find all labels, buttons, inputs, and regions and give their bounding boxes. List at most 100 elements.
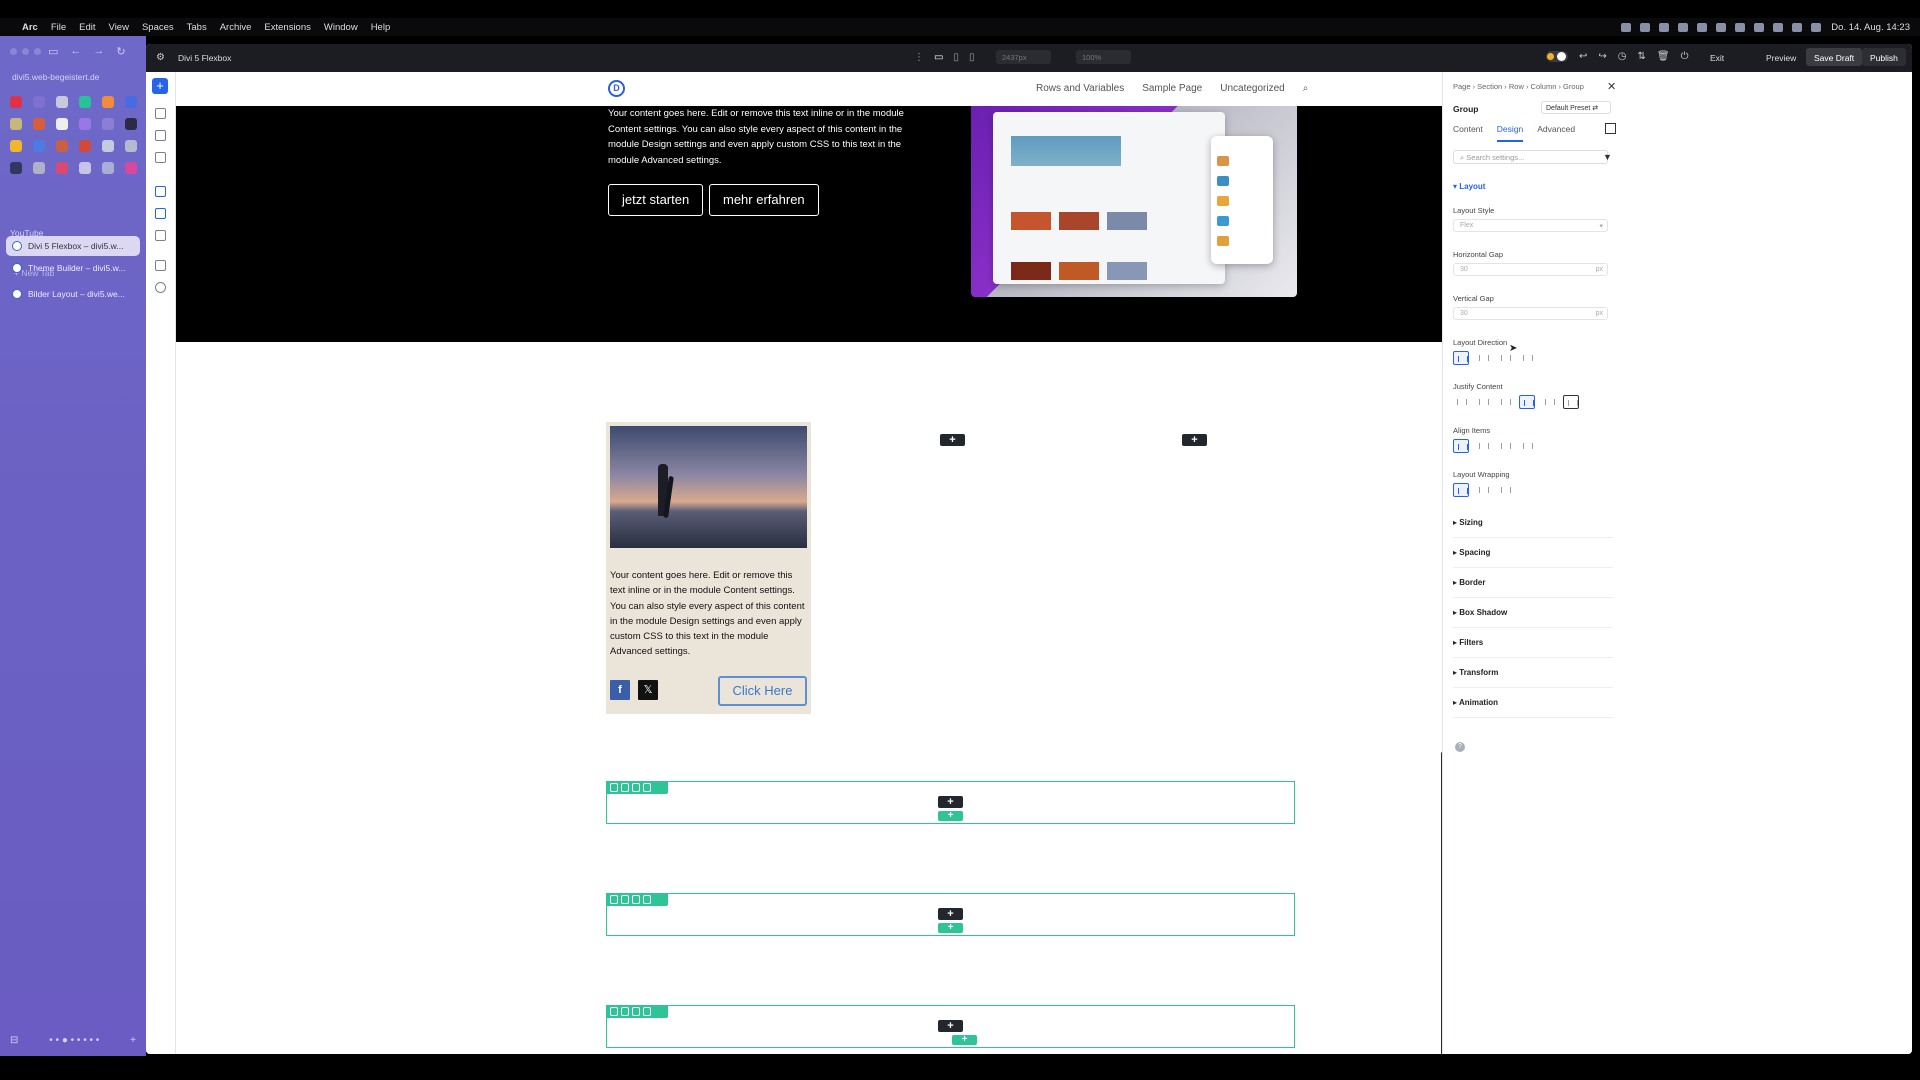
row-settings-icon[interactable]	[610, 895, 618, 904]
add-module-button[interactable]: +	[152, 78, 168, 94]
add-row-plus[interactable]: +	[938, 811, 963, 821]
section-sizing[interactable]: ▸ Sizing	[1453, 518, 1613, 538]
theme-toggle[interactable]	[1546, 51, 1568, 62]
start-button[interactable]: jetzt starten	[608, 184, 704, 216]
favorite-opera-icon[interactable]	[10, 96, 22, 108]
favorite-circle-icon[interactable]	[33, 162, 45, 174]
menu-window[interactable]: Window	[324, 22, 358, 33]
card-text[interactable]: Your content goes here. Edit or remove t…	[610, 568, 809, 660]
tab-theme-builder[interactable]: Theme Builder – divi5.w...	[6, 258, 140, 278]
justify-space-around-icon[interactable]	[1541, 395, 1557, 409]
minimize-window-button[interactable]	[22, 48, 29, 55]
tab-divi5-flexbox[interactable]: Divi 5 Flexbox – divi5.w...	[6, 236, 140, 256]
click-here-button[interactable]: Click Here	[718, 676, 807, 706]
search-icon[interactable]: ⌕	[1303, 83, 1309, 94]
favorite-bar-icon[interactable]	[102, 162, 114, 174]
justify-space-between-icon[interactable]	[1519, 395, 1535, 409]
favorite-mail-icon[interactable]	[79, 118, 91, 130]
close-icon[interactable]: ✕	[1607, 80, 1616, 93]
trash-icon[interactable]: 🗑	[1657, 51, 1670, 62]
settings-sliders-icon[interactable]	[155, 152, 166, 163]
facebook-icon[interactable]: f	[610, 680, 630, 700]
card-column[interactable]: Your content goes here. Edit or remove t…	[606, 422, 811, 714]
direction-row-icon[interactable]	[1453, 351, 1469, 365]
empty-row[interactable]: + +	[606, 1005, 1295, 1048]
zoom-window-button[interactable]	[34, 48, 41, 55]
sidebar-toggle-icon[interactable]: ▭	[48, 45, 58, 58]
spotlight-icon[interactable]	[1792, 22, 1803, 32]
favorite-figma-icon[interactable]	[102, 118, 114, 130]
favorite-tube-icon[interactable]	[79, 140, 91, 152]
menu-item-uncategorized[interactable]: Uncategorized	[1220, 83, 1284, 94]
drag-handle-icon[interactable]: ⋮	[914, 52, 924, 63]
forward-icon[interactable]: →	[93, 45, 104, 58]
row-duplicate-icon[interactable]	[621, 1007, 629, 1016]
section-animation[interactable]: ▸ Animation	[1453, 698, 1613, 718]
menu-item-sample-page[interactable]: Sample Page	[1142, 83, 1202, 94]
layout-style-select[interactable]: Flex ▾	[1453, 219, 1608, 232]
cloud-icon[interactable]	[1697, 22, 1708, 32]
menu-view[interactable]: View	[109, 22, 129, 33]
reload-icon[interactable]: ↻	[116, 45, 125, 58]
preview-button[interactable]: Preview	[1766, 53, 1796, 63]
menu-tabs[interactable]: Tabs	[187, 22, 207, 33]
add-row-plus[interactable]: +	[938, 923, 963, 933]
add-module-plus[interactable]: +	[938, 796, 963, 808]
align-stretch-icon[interactable]	[1519, 439, 1535, 453]
section-transform[interactable]: ▸ Transform	[1453, 668, 1613, 688]
back-icon[interactable]: ←	[70, 45, 81, 58]
row-settings-icon[interactable]	[610, 783, 618, 792]
page-settings-icon[interactable]	[155, 186, 166, 197]
tablet-view-icon[interactable]: ▯	[953, 52, 959, 63]
menu-archive[interactable]: Archive	[220, 22, 252, 33]
add-column-button[interactable]: +	[940, 434, 965, 446]
vertical-gap-input[interactable]: 30 px	[1453, 307, 1608, 320]
row-columns-icon[interactable]	[632, 895, 640, 904]
favorite-chatgpt-icon[interactable]	[79, 96, 91, 108]
hero-image[interactable]	[971, 106, 1297, 297]
menu-extensions[interactable]: Extensions	[264, 22, 310, 33]
surfer-image[interactable]	[610, 426, 807, 548]
favorite-pink-icon[interactable]	[56, 162, 68, 174]
tab-advanced[interactable]: Advanced	[1537, 124, 1575, 142]
horizontal-gap-input[interactable]: 30 px	[1453, 263, 1608, 276]
library-icon[interactable]: ⊟	[10, 1035, 18, 1046]
zoom-field[interactable]: 100%	[1076, 50, 1131, 64]
help-icon[interactable]	[155, 282, 166, 293]
justify-start-icon[interactable]	[1453, 395, 1469, 409]
align-center-icon[interactable]	[1475, 439, 1491, 453]
favorite-w-icon[interactable]	[10, 118, 22, 130]
row-delete-icon[interactable]	[643, 895, 651, 904]
add-module-plus[interactable]: +	[938, 908, 963, 920]
library-icon[interactable]	[155, 230, 166, 241]
settings-search-input[interactable]: ⌕ Search settings...	[1453, 150, 1608, 164]
help-icon[interactable]: ?	[1455, 742, 1465, 752]
favorite-vimeo-icon[interactable]	[125, 96, 137, 108]
x-twitter-icon[interactable]: 𝕏	[638, 680, 658, 700]
exit-button[interactable]: Exit	[1710, 53, 1724, 63]
power-icon[interactable]: ⏻	[1681, 51, 1689, 62]
favorite-youtube-icon[interactable]	[33, 118, 45, 130]
favorite-gray-icon[interactable]	[125, 140, 137, 152]
favorite-whatsapp-icon[interactable]	[33, 96, 45, 108]
row-columns-icon[interactable]	[632, 1007, 640, 1016]
section-spacing[interactable]: ▸ Spacing	[1453, 548, 1613, 568]
database-icon[interactable]	[155, 130, 166, 141]
direction-column-reverse-icon[interactable]	[1519, 351, 1535, 365]
row-delete-icon[interactable]	[643, 783, 651, 792]
favorite-red-icon[interactable]	[56, 140, 68, 152]
vpn-icon[interactable]	[1716, 22, 1727, 32]
layout-icon[interactable]	[155, 208, 166, 219]
add-column-button[interactable]: +	[1182, 434, 1207, 446]
menu-file[interactable]: File	[51, 22, 66, 33]
screen-share-icon[interactable]	[1621, 22, 1632, 32]
section-box-shadow[interactable]: ▸ Box Shadow	[1453, 608, 1613, 628]
row-columns-icon[interactable]	[632, 783, 640, 792]
favorite-magenta-icon[interactable]	[125, 162, 137, 174]
row-duplicate-icon[interactable]	[621, 783, 629, 792]
justify-end-icon[interactable]	[1497, 395, 1513, 409]
expand-panel-icon[interactable]	[1605, 123, 1616, 134]
publish-button[interactable]: Publish	[1862, 48, 1906, 66]
url-bar[interactable]: divi5.web-begeistert.de	[12, 72, 99, 82]
row-settings-icon[interactable]	[610, 1007, 618, 1016]
